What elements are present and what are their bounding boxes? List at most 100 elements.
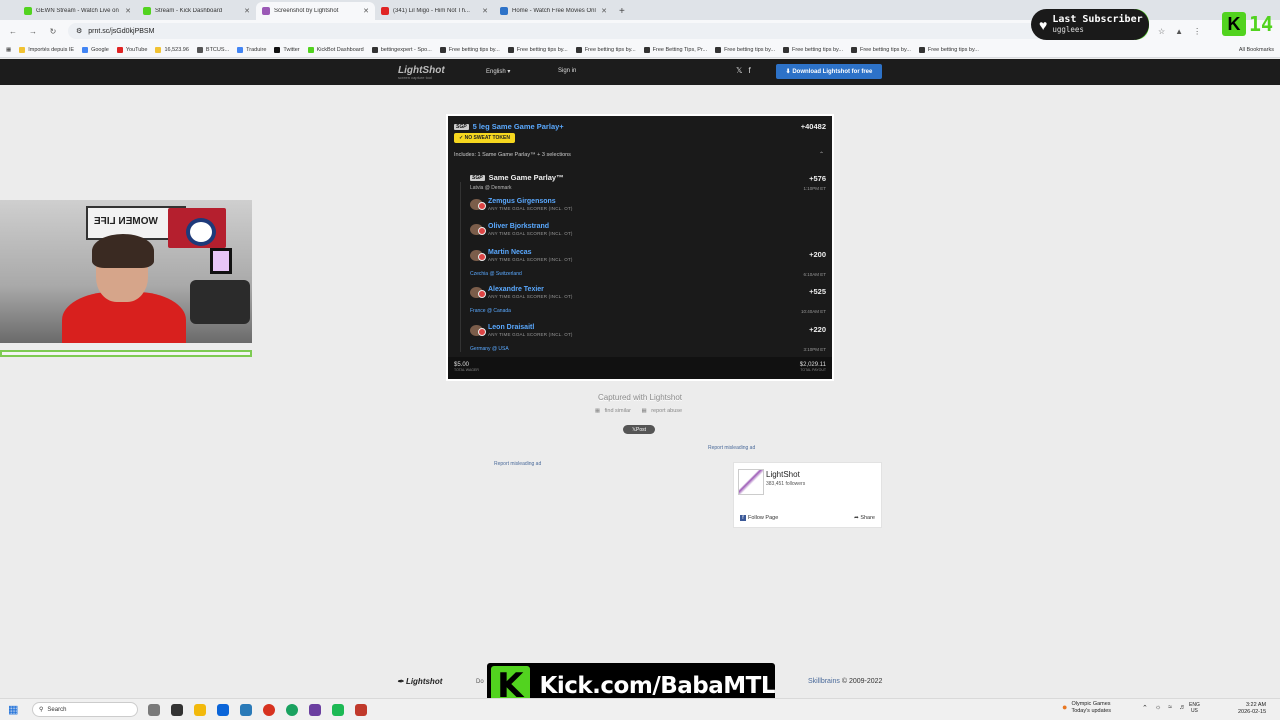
bookmark-item[interactable]: Twitter (274, 46, 300, 53)
bet-leg: Zemgus Girgensons ANY TIME GOAL SCORER (I… (470, 198, 573, 211)
player-avatar (470, 250, 486, 261)
bookmark-item[interactable]: Free betting tips by... (507, 46, 568, 53)
star-icon[interactable]: ☆ (1158, 27, 1165, 36)
discord-icon[interactable] (309, 703, 321, 716)
bookmark-item[interactable]: bettingexpert - Spo... (371, 46, 432, 53)
close-icon[interactable]: ✕ (482, 7, 488, 15)
bookmark-item[interactable]: BTCUS... (196, 46, 229, 53)
leg-time: 3:10PM ET (803, 347, 826, 352)
site-info-icon[interactable]: ⚙ (76, 27, 82, 35)
bookmark-item[interactable]: Free Betting Tips, Pr... (643, 46, 707, 53)
chevron-up-icon[interactable]: ⌃ (1142, 704, 1148, 712)
bookmark-item[interactable]: Free betting tips by... (715, 46, 776, 53)
close-icon[interactable]: ✕ (601, 7, 607, 15)
download-button[interactable]: ⬇ Download Lightshot for free (776, 64, 882, 79)
close-icon[interactable]: ✕ (125, 7, 131, 15)
bookmark-item[interactable]: Free betting tips by... (918, 46, 979, 53)
widgets-icon[interactable] (148, 703, 160, 716)
tab-title: Home - Watch Free Movies Onl (512, 8, 596, 14)
bookmark-item[interactable]: YouTube (116, 46, 148, 53)
new-tab-icon[interactable]: + (619, 6, 625, 17)
browser-tab[interactable]: Stream - Kick Dashboard ✕ (137, 2, 256, 20)
bookmark-label: YouTube (125, 46, 148, 53)
bookmark-item[interactable]: Free betting tips by... (439, 46, 500, 53)
bookmark-item[interactable]: Traduire (237, 46, 267, 53)
bookmark-item[interactable]: Free betting tips by... (783, 46, 843, 53)
skillbrains-link[interactable]: Skillbrains (808, 678, 840, 685)
report-ad-link[interactable]: Report misleading ad (494, 461, 541, 467)
market-type: ANY TIME GOAL SCORER (INCL. OT) (488, 257, 573, 262)
market-type: ANY TIME GOAL SCORER (INCL. OT) (488, 294, 573, 299)
menu-icon[interactable]: ⋮ (1193, 27, 1201, 36)
footer-copyright: Skillbrains © 2009-2022 (808, 678, 883, 685)
lightshot-logo[interactable]: LightShot screen capture tool (398, 65, 445, 80)
find-similar-link[interactable]: ▦ find similar (595, 408, 634, 414)
bet-footer: $5.00 TOTAL WAGER $2,029.11 TOTAL PAYOUT (448, 357, 832, 379)
bookmark-label: Free betting tips by... (792, 46, 843, 53)
bookmark-icon (918, 46, 925, 53)
spotify-icon[interactable] (332, 703, 344, 716)
url-field[interactable]: ⚙ prnt.sc/jsGd0kjPBSM (68, 23, 1148, 39)
volume-icon[interactable]: ♬ (1179, 704, 1186, 712)
tab-title: Stream - Kick Dashboard (155, 8, 223, 14)
bookmark-item[interactable]: 16,523.96 (155, 46, 189, 53)
search-icon: ⚲ (39, 707, 44, 713)
close-icon[interactable]: ✕ (244, 7, 250, 15)
store-icon[interactable] (240, 703, 252, 716)
bookmark-icon (507, 46, 514, 53)
bookmark-label: Traduire (246, 46, 267, 53)
widgets-news[interactable]: ● Olympic Games Today's updates (1062, 701, 1111, 714)
network-icon[interactable]: ☼ (1155, 704, 1161, 712)
bookmark-item[interactable]: Importés depuis IE (19, 46, 74, 53)
follow-page-button[interactable]: f Follow Page (740, 515, 778, 521)
report-ad-link[interactable]: Report misleading ad (708, 445, 755, 451)
bet-leg: Martin Necas ANY TIME GOAL SCORER (INCL. … (470, 249, 573, 262)
browser-tab[interactable]: Screenshot by Lightshot ✕ (256, 2, 375, 20)
forward-icon[interactable]: → (28, 27, 38, 36)
chrome-icon[interactable] (286, 703, 298, 716)
chevron-up-icon[interactable]: ⌃ (819, 151, 824, 158)
firefox-icon[interactable] (263, 703, 275, 716)
taskbar-search[interactable]: ⚲ Search (32, 702, 138, 717)
bookmark-label: Free betting tips by... (724, 46, 776, 53)
leg-game[interactable]: Germany @ USA (470, 346, 509, 352)
total-payout: $2,029.11 TOTAL PAYOUT (799, 362, 826, 372)
bookmark-item[interactable]: Google (82, 46, 109, 53)
browser-tab[interactable]: Home - Watch Free Movies Onl ✕ (494, 2, 613, 20)
facebook-icon: f (740, 515, 746, 521)
browser-tab[interactable]: GEWN Stream - Watch Live on ✕ (18, 2, 137, 20)
file-explorer-icon[interactable] (171, 703, 183, 716)
folder-icon[interactable] (194, 703, 206, 716)
bookmark-item[interactable]: Free betting tips by... (575, 46, 636, 53)
bookmark-item[interactable]: Free betting tips by... (850, 46, 911, 53)
post-button[interactable]: 𝕏 Post (623, 425, 655, 434)
windows-start-icon[interactable]: ▦ (8, 703, 24, 716)
back-icon[interactable]: ← (8, 27, 18, 36)
signin-link[interactable]: Sign in (558, 68, 576, 74)
close-icon[interactable]: ✕ (363, 7, 369, 15)
share-button[interactable]: ➦ Share (854, 515, 875, 521)
fb-page-name[interactable]: LightShot (766, 470, 800, 479)
wifi-icon[interactable]: ≈ (1168, 704, 1172, 712)
language-indicator[interactable]: ENG US (1189, 702, 1200, 714)
screenshot-image[interactable]: SGP 5 leg Same Game Parlay+ +40482 ✓ NO … (446, 114, 834, 381)
language-select[interactable]: English ▾ (486, 68, 510, 75)
apps-icon[interactable]: ▦ (6, 47, 11, 53)
footer-logo[interactable]: ✒ Lightshot (397, 677, 442, 686)
twitter-icon[interactable]: 𝕏 (736, 66, 742, 75)
reload-icon[interactable]: ↻ (48, 27, 58, 36)
leg-game[interactable]: Czechia @ Switzerland (470, 271, 522, 277)
facebook-icon[interactable]: f (748, 66, 750, 75)
clock[interactable]: 3:22 AM 2026-02-15 (1238, 702, 1266, 716)
app-icon[interactable] (355, 703, 367, 716)
player-name: Zemgus Girgensons (488, 198, 556, 205)
edge-icon[interactable] (217, 703, 229, 716)
footer-link[interactable]: Do (476, 679, 484, 685)
lightshot-thumbnail[interactable] (738, 469, 764, 495)
leg-game[interactable]: France @ Canada (470, 308, 511, 314)
extensions-icon[interactable]: ▲ (1175, 27, 1183, 36)
browser-tab[interactable]: (341) Lil Migo - Him Not Th... ✕ (375, 2, 494, 20)
all-bookmarks-button[interactable]: All Bookmarks (1239, 47, 1274, 53)
bookmark-item[interactable]: KickBot Dashboard (307, 46, 364, 53)
report-abuse-link[interactable]: ▦ report abuse (641, 408, 685, 414)
